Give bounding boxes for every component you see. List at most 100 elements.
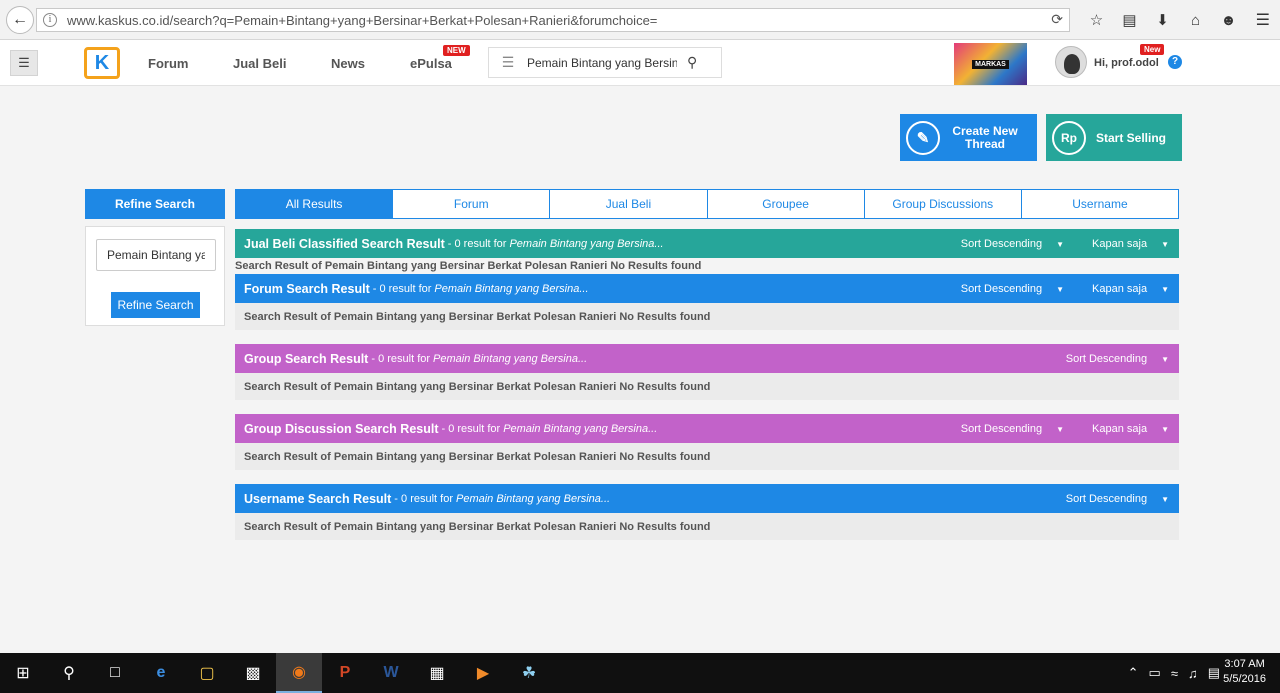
refine-search-button[interactable]: Refine Search xyxy=(111,292,200,318)
result-title[interactable]: Jual Beli Classified Search Result xyxy=(244,237,445,251)
tab-forum[interactable]: Forum xyxy=(392,190,549,218)
logo-letter: K xyxy=(94,51,110,74)
taskbar-clock[interactable]: 3:07 AM 5/5/2016 xyxy=(1223,657,1266,687)
media-player-icon[interactable]: ▶ xyxy=(460,653,506,693)
nav-forum[interactable]: Forum xyxy=(148,56,188,71)
sort-dropdown[interactable]: Sort Descending ▼ xyxy=(947,423,1064,435)
caret-down-icon: ▼ xyxy=(1161,239,1169,249)
word-icon[interactable]: W xyxy=(368,653,414,693)
sort-label: Sort Descending xyxy=(1065,352,1148,365)
clock-time: 3:07 AM xyxy=(1224,658,1265,670)
caret-down-icon: ▼ xyxy=(1161,424,1169,434)
create-thread-button[interactable]: ✎ Create New Thread xyxy=(900,114,1037,161)
user-greeting[interactable]: Hi, prof.odol xyxy=(1094,57,1159,69)
username-result-header: Username Search Result - 0 result for Pe… xyxy=(235,484,1179,513)
tab-all-results[interactable]: All Results xyxy=(236,190,393,218)
refine-search-header: Refine Search xyxy=(85,189,225,219)
browser-toolbar: ← i www.kaskus.co.id/search?q=Pemain+Bin… xyxy=(0,0,1280,40)
start-selling-label: Start Selling xyxy=(1095,130,1166,145)
nav-jual-beli[interactable]: Jual Beli xyxy=(233,56,286,71)
search-menu-icon[interactable]: ☰ xyxy=(489,54,527,71)
nav-epulsa[interactable]: ePulsa xyxy=(410,56,452,71)
task-view-icon[interactable]: □ xyxy=(92,653,138,693)
hamburger-icon[interactable]: ☰ xyxy=(10,50,38,76)
sort-dropdown[interactable]: Sort Descending ▼ xyxy=(947,283,1064,295)
caret-down-icon: ▼ xyxy=(1161,354,1169,364)
result-count: - 0 result for xyxy=(371,352,431,365)
address-bar[interactable]: i www.kaskus.co.id/search?q=Pemain+Binta… xyxy=(36,8,1070,32)
sort-dropdown[interactable]: Sort Descending ▼ xyxy=(1052,353,1169,365)
wifi-icon[interactable]: ≈ xyxy=(1171,666,1178,681)
forum-result-message: Search Result of Pemain Bintang yang Ber… xyxy=(235,303,1179,330)
header-search-input[interactable] xyxy=(527,55,677,70)
time-dropdown[interactable]: Kapan saja ▼ xyxy=(1078,423,1169,435)
download-icon[interactable]: ⬇ xyxy=(1146,10,1179,30)
time-dropdown[interactable]: Kapan saja ▼ xyxy=(1078,283,1169,295)
back-icon[interactable]: ← xyxy=(6,6,34,34)
result-count: - 0 result for xyxy=(441,422,501,435)
help-icon[interactable]: ? xyxy=(1168,55,1182,69)
start-icon[interactable]: ⊞ xyxy=(0,653,46,693)
battery-icon[interactable]: ▭ xyxy=(1149,665,1161,681)
file-explorer-icon[interactable]: ▢ xyxy=(184,653,230,693)
caret-down-icon: ▼ xyxy=(1056,284,1065,294)
notification-icon[interactable]: ▤ xyxy=(1208,665,1220,681)
reload-icon[interactable]: ⟳ xyxy=(1051,11,1063,28)
sort-label: Sort Descending xyxy=(960,237,1043,250)
store-icon[interactable]: ▩ xyxy=(230,653,276,693)
rupiah-icon: Rp xyxy=(1052,120,1086,155)
paint-icon[interactable]: ☘ xyxy=(506,653,552,693)
powerpoint-icon[interactable]: P xyxy=(322,653,368,693)
result-query: Pemain Bintang yang Bersina... xyxy=(455,492,611,505)
time-dropdown[interactable]: Kapan saja ▼ xyxy=(1078,238,1169,250)
caret-down-icon: ▼ xyxy=(1161,284,1169,294)
tab-group-discussions[interactable]: Group Discussions xyxy=(863,190,1021,218)
reader-icon[interactable]: ▤ xyxy=(1113,10,1146,30)
result-title[interactable]: Group Search Result xyxy=(244,352,368,366)
kaskus-logo[interactable]: K xyxy=(84,47,120,79)
refine-search-input[interactable] xyxy=(96,239,216,271)
caret-down-icon: ▼ xyxy=(1161,494,1169,504)
tab-jual-beli[interactable]: Jual Beli xyxy=(549,190,706,218)
info-icon[interactable]: i xyxy=(43,13,57,27)
menu-icon[interactable]: ☰ xyxy=(1256,10,1270,30)
start-selling-button[interactable]: Rp Start Selling xyxy=(1046,114,1182,161)
user-new-badge: New xyxy=(1140,44,1165,55)
group-discussion-result-header: Group Discussion Search Result - 0 resul… xyxy=(235,414,1179,443)
sort-label: Sort Descending xyxy=(1065,492,1148,505)
result-title[interactable]: Group Discussion Search Result xyxy=(244,422,439,436)
group-result-message: Search Result of Pemain Bintang yang Ber… xyxy=(235,373,1179,400)
result-title[interactable]: Username Search Result xyxy=(244,492,391,506)
edge-icon[interactable]: e xyxy=(138,653,184,693)
time-label: Kapan saja xyxy=(1092,422,1148,435)
pencil-icon: ✎ xyxy=(906,120,940,155)
tab-groupee[interactable]: Groupee xyxy=(706,190,864,218)
sort-dropdown[interactable]: Sort Descending ▼ xyxy=(1052,493,1169,505)
create-thread-label: Create New Thread xyxy=(952,123,1018,151)
sort-label: Sort Descending xyxy=(960,422,1043,435)
firefox-icon[interactable]: ◉ xyxy=(276,653,322,693)
caret-down-icon: ▼ xyxy=(1056,424,1065,434)
group-result-header: Group Search Result - 0 result for Pemai… xyxy=(235,344,1179,373)
volume-icon[interactable]: ♫ xyxy=(1188,666,1198,681)
url-text: www.kaskus.co.id/search?q=Pemain+Bintang… xyxy=(67,12,658,28)
result-count: - 0 result for xyxy=(447,237,507,250)
result-title[interactable]: Forum Search Result xyxy=(244,282,370,296)
clock-date: 5/5/2016 xyxy=(1223,673,1266,685)
star-icon[interactable]: ☆ xyxy=(1080,10,1113,30)
home-icon[interactable]: ⌂ xyxy=(1179,10,1212,30)
nav-news[interactable]: News xyxy=(331,56,365,71)
markas-banner[interactable]: MARKAS xyxy=(954,43,1027,85)
search-icon[interactable]: ⚲ xyxy=(687,54,697,71)
sort-dropdown[interactable]: Sort Descending ▼ xyxy=(947,238,1064,250)
search-icon[interactable]: ⚲ xyxy=(46,653,92,693)
tab-username[interactable]: Username xyxy=(1020,190,1178,218)
new-badge: NEW xyxy=(443,45,470,56)
result-query: Pemain Bintang yang Bersina... xyxy=(433,352,588,365)
smiley-icon[interactable]: ☻ xyxy=(1212,10,1245,30)
windows-taskbar: ⊞ ⚲ □ e ▢ ▩ ◉ P W ▦ ▶ ☘ ⌃ ▭ ≈ ♫ ▤ 3:07 A… xyxy=(0,653,1280,693)
video-editor-icon[interactable]: ▦ xyxy=(414,653,460,693)
avatar[interactable] xyxy=(1055,46,1087,78)
forum-result-header: Forum Search Result - 0 result for Pemai… xyxy=(235,274,1179,303)
chevron-up-icon[interactable]: ⌃ xyxy=(1128,665,1139,681)
